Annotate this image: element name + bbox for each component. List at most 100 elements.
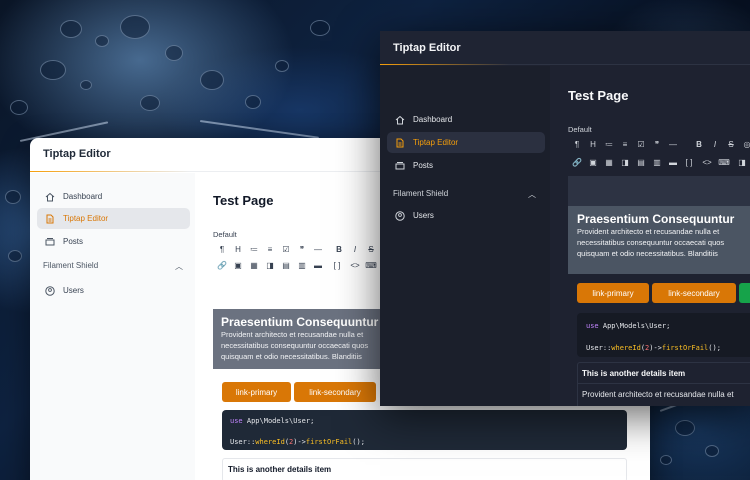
sidebar-item-posts[interactable]: Posts xyxy=(387,155,545,176)
home-icon xyxy=(45,192,55,201)
nav-group-filament-shield[interactable]: Filament Shield ︿ xyxy=(43,261,183,272)
media-icon[interactable]: ▦ xyxy=(603,158,615,167)
code-function: whereId xyxy=(255,438,285,446)
italic-icon[interactable]: I xyxy=(709,140,721,149)
columns-icon[interactable]: ◨ xyxy=(264,261,276,270)
sidebar-item-label: Dashboard xyxy=(63,192,103,201)
hero-heading: Praesentium Consequuntur xyxy=(577,212,735,226)
sidebar-item-label: Dashboard xyxy=(413,115,453,124)
link-success-button[interactable] xyxy=(739,283,750,303)
heading-icon[interactable]: H xyxy=(232,245,244,254)
sidebar-item-dashboard[interactable]: Dashboard xyxy=(387,109,545,130)
hero-text-line: Provident architecto et recusandae nulla… xyxy=(221,330,364,339)
grid-icon[interactable]: ▥ xyxy=(296,261,308,270)
chevron-up-icon[interactable]: ︿ xyxy=(175,261,183,272)
link-primary-button[interactable]: link-primary xyxy=(222,382,291,402)
table-icon[interactable]: ▤ xyxy=(635,158,647,167)
details-summary[interactable]: This is another details item xyxy=(582,369,685,378)
sidebar-item-tiptap-editor[interactable]: Tiptap Editor xyxy=(37,208,190,229)
app-brand[interactable]: Tiptap Editor xyxy=(393,42,461,54)
hero-text-line: quisquam et odio necessitatibus. Blandit… xyxy=(221,352,362,361)
horizontal-rule-icon[interactable]: — xyxy=(667,140,679,149)
details-block: This is another details item Provident a… xyxy=(577,362,750,406)
user-circle-icon xyxy=(395,210,405,221)
strike-icon[interactable]: S xyxy=(365,245,377,254)
brackets-icon[interactable]: [ ] xyxy=(683,158,695,167)
editor-empty-block xyxy=(568,176,750,206)
editor-toolbar: ¶ H ≔ ≡ ☑ ❞ — B I S ◎ 🔗 ▣ ▦ ◨ ▤ ▥ ▬ [ ] … xyxy=(568,138,750,176)
blockquote-icon[interactable]: ❞ xyxy=(651,140,663,149)
code-function: firstOrFail xyxy=(305,438,353,446)
media-icon[interactable]: ▦ xyxy=(248,261,260,270)
link-primary-button[interactable]: link-primary xyxy=(577,283,649,303)
sidebar-item-posts[interactable]: Posts xyxy=(37,231,190,252)
nav-group-label: Filament Shield xyxy=(393,189,449,198)
bullet-list-icon[interactable]: ≔ xyxy=(603,140,615,149)
chevron-up-icon[interactable]: ︿ xyxy=(528,189,536,200)
grid-icon[interactable]: ▥ xyxy=(651,158,663,167)
blockquote-icon[interactable]: ❞ xyxy=(296,245,308,254)
hero-text-line: Provident architecto et recusandae nulla… xyxy=(577,227,720,236)
document-icon xyxy=(46,214,54,223)
app-brand[interactable]: Tiptap Editor xyxy=(43,148,111,160)
paragraph-icon[interactable]: ¶ xyxy=(216,245,228,254)
hero-text-line: necessitatibus consequuntur occaecati qu… xyxy=(577,238,725,247)
topbar: Tiptap Editor xyxy=(380,31,750,65)
bullet-list-icon[interactable]: ≔ xyxy=(248,245,260,254)
details-summary[interactable]: This is another details item xyxy=(222,458,627,480)
sidebar-item-users[interactable]: Users xyxy=(37,280,190,301)
heading-icon[interactable]: H xyxy=(587,140,599,149)
field-label: Default xyxy=(568,125,592,134)
checklist-icon[interactable]: ☑ xyxy=(280,245,292,254)
page-title: Test Page xyxy=(568,88,629,103)
block-icon[interactable]: ▬ xyxy=(667,158,679,167)
link-icon[interactable]: 🔗 xyxy=(216,261,228,270)
paragraph-icon[interactable]: ¶ xyxy=(571,140,583,149)
keyboard-icon[interactable]: ⌨ xyxy=(718,158,730,167)
sidebar-item-dashboard[interactable]: Dashboard xyxy=(37,186,190,207)
link-icon[interactable]: 🔗 xyxy=(571,158,583,167)
nav-group-label: Filament Shield xyxy=(43,261,99,270)
keyboard-icon[interactable]: ⌨ xyxy=(365,261,377,270)
code-keyword: use xyxy=(230,417,243,425)
sidebar-item-label: Tiptap Editor xyxy=(413,138,459,147)
bold-icon[interactable]: B xyxy=(693,140,705,149)
table-icon[interactable]: ▤ xyxy=(280,261,292,270)
main-content: Test Page Default ¶ H ≔ ≡ ☑ ❞ — B I S ◎ … xyxy=(568,66,750,406)
code-icon[interactable]: <> xyxy=(349,261,361,270)
ordered-list-icon[interactable]: ≡ xyxy=(264,245,276,254)
italic-icon[interactable]: I xyxy=(349,245,361,254)
checklist-icon[interactable]: ☑ xyxy=(635,140,647,149)
code-block: use App\Models\User; User::whereId(2)->f… xyxy=(222,410,627,450)
image-icon[interactable]: ▣ xyxy=(587,158,599,167)
stack-icon xyxy=(45,237,55,245)
hero-block: Praesentium Consequuntur Provident archi… xyxy=(568,206,750,274)
code-icon[interactable]: <> xyxy=(701,158,713,167)
field-label: Default xyxy=(213,230,237,239)
nav-group-filament-shield[interactable]: Filament Shield ︿ xyxy=(393,189,536,200)
sidebar: Dashboard Tiptap Editor Posts Filament S… xyxy=(30,173,195,480)
stack-icon xyxy=(395,161,405,169)
brackets-icon[interactable]: [ ] xyxy=(331,261,343,270)
code-number: 2 xyxy=(645,344,650,352)
format-icon[interactable]: ◎ xyxy=(741,140,750,149)
horizontal-rule-icon[interactable]: — xyxy=(312,245,324,254)
sidebar-item-tiptap-editor[interactable]: Tiptap Editor xyxy=(387,132,545,153)
columns-icon[interactable]: ◨ xyxy=(619,158,631,167)
bold-icon[interactable]: B xyxy=(333,245,345,254)
link-secondary-button[interactable]: link-secondary xyxy=(652,283,736,303)
hero-text-line: quisquam et odio necessitatibus. Blandit… xyxy=(577,249,718,258)
divider xyxy=(578,383,750,384)
sidebar: Dashboard Tiptap Editor Posts Filament S… xyxy=(380,66,550,406)
strike-icon[interactable]: S xyxy=(725,140,737,149)
block-icon[interactable]: ▬ xyxy=(312,261,324,270)
code-number: 2 xyxy=(289,438,294,446)
link-secondary-button[interactable]: link-secondary xyxy=(294,382,376,402)
sidebar-item-users[interactable]: Users xyxy=(387,205,545,226)
sidebar-item-label: Posts xyxy=(413,161,434,170)
image-icon[interactable]: ▣ xyxy=(232,261,244,270)
document-icon xyxy=(396,138,404,147)
embed-icon[interactable]: ◨ xyxy=(736,158,748,167)
ordered-list-icon[interactable]: ≡ xyxy=(619,140,631,149)
dark-mode-window: Tiptap Editor Dashboard Tiptap Editor Po… xyxy=(380,31,750,406)
